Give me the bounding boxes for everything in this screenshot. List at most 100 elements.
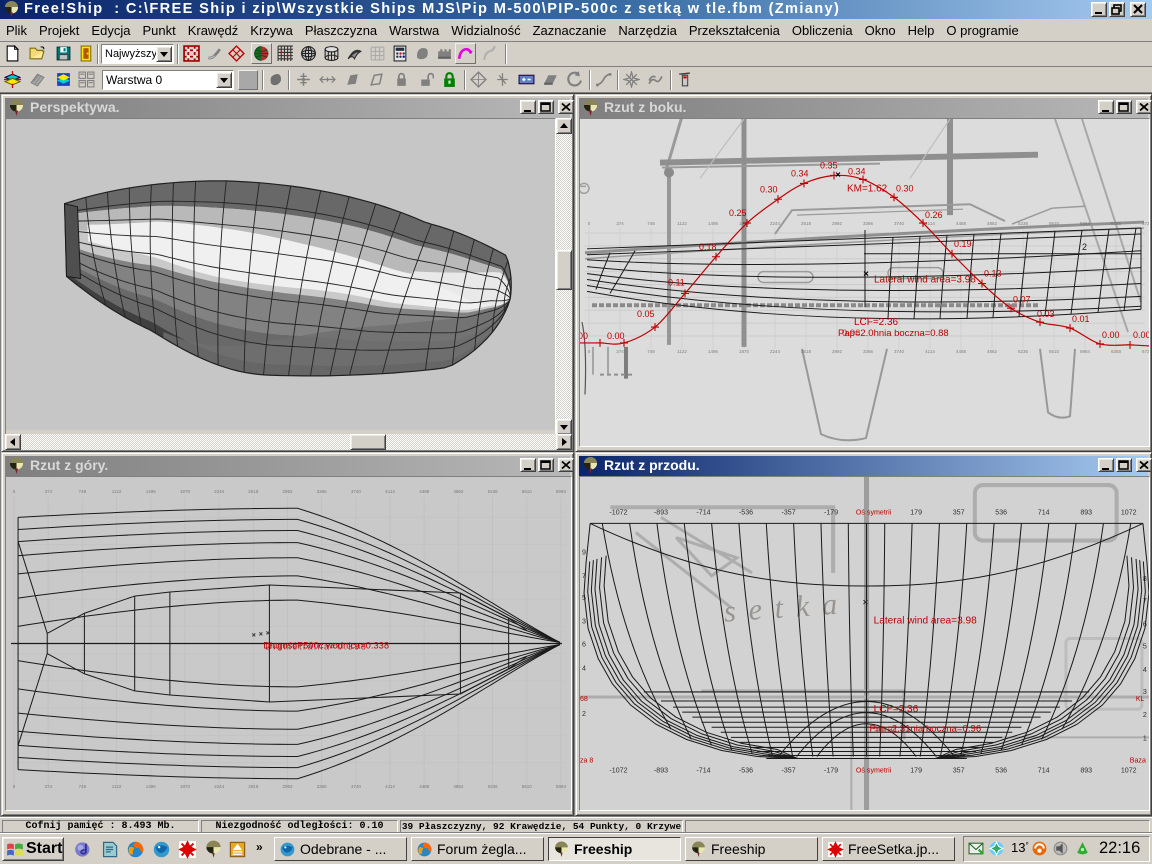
svg-text:-1072: -1072	[609, 509, 627, 516]
svg-text:5236: 5236	[488, 489, 499, 494]
svg-text:2992: 2992	[282, 489, 293, 494]
svg-text:893: 893	[1080, 768, 1092, 775]
svg-text:6732: 6732	[1142, 349, 1149, 354]
svg-text:LCF=2.36: LCF=2.36	[874, 704, 919, 715]
svg-text:0.07: 0.07	[1013, 294, 1031, 304]
svg-text:-714: -714	[696, 768, 710, 775]
svg-text:0.01: 0.01	[1072, 314, 1090, 324]
svg-text:714: 714	[1038, 768, 1050, 775]
svg-text:0.96: 0.96	[842, 328, 860, 339]
svg-text:4488: 4488	[956, 349, 967, 354]
svg-text:1870: 1870	[180, 784, 191, 789]
svg-text:893: 893	[1080, 509, 1092, 516]
svg-text:5236: 5236	[1018, 221, 1029, 226]
svg-text:4114: 4114	[385, 489, 395, 494]
svg-text:1072: 1072	[1121, 768, 1137, 775]
svg-text:LCF=2.36: LCF=2.36	[854, 317, 899, 328]
svg-text:-1072: -1072	[609, 768, 627, 775]
svg-text:3740: 3740	[351, 489, 362, 494]
svg-text:3740: 3740	[894, 349, 905, 354]
svg-text:4862: 4862	[453, 489, 464, 494]
svg-text:-893: -893	[654, 768, 668, 775]
svg-text:5: 5	[1143, 644, 1147, 651]
svg-text:748: 748	[647, 221, 655, 226]
svg-text:748: 748	[647, 349, 655, 354]
svg-text:5610: 5610	[1049, 221, 1060, 226]
svg-text:-536: -536	[739, 768, 753, 775]
svg-text:179: 179	[910, 509, 922, 516]
svg-text:0.19: 0.19	[954, 239, 972, 249]
svg-text:2: 2	[582, 711, 586, 718]
svg-text:0.30: 0.30	[896, 183, 914, 193]
svg-text:4488: 4488	[956, 221, 967, 226]
svg-text:0.34: 0.34	[791, 169, 809, 179]
svg-text:2: 2	[1143, 712, 1147, 719]
svg-text:2992: 2992	[832, 349, 843, 354]
svg-text:6358: 6358	[1111, 349, 1122, 354]
svg-text:1122: 1122	[112, 784, 122, 789]
svg-text:-179: -179	[824, 509, 838, 516]
svg-text:5236: 5236	[1018, 349, 1029, 354]
svg-text:374: 374	[44, 489, 52, 494]
svg-text:0.11: 0.11	[668, 278, 685, 288]
svg-text:4: 4	[582, 666, 586, 673]
svg-text:357: 357	[953, 768, 965, 775]
svg-text:za 8: za 8	[580, 758, 593, 765]
svg-text:5610: 5610	[522, 489, 533, 494]
svg-text:0.03: 0.03	[1037, 309, 1055, 319]
svg-text:5236: 5236	[488, 784, 499, 789]
svg-text:2618: 2618	[801, 349, 812, 354]
svg-text:4862: 4862	[987, 221, 998, 226]
svg-text:KL: KL	[1136, 696, 1145, 703]
svg-text:0: 0	[13, 489, 16, 494]
svg-text:68: 68	[580, 696, 588, 703]
svg-text:2618: 2618	[248, 489, 259, 494]
svg-text:-357: -357	[781, 509, 795, 516]
svg-text:3366: 3366	[317, 784, 328, 789]
svg-text:748: 748	[79, 489, 87, 494]
svg-text:=0.91: =0.91	[874, 724, 898, 735]
svg-text:5610: 5610	[1049, 349, 1060, 354]
svg-text:1496: 1496	[146, 784, 157, 789]
svg-text:Diametralna=0.398: Diametralna=0.398	[265, 642, 366, 652]
svg-text:6358: 6358	[1111, 221, 1122, 226]
svg-text:6732: 6732	[1142, 221, 1149, 226]
svg-text:2244: 2244	[214, 784, 225, 789]
svg-text:3366: 3366	[863, 221, 874, 226]
svg-text:0: 0	[588, 221, 591, 226]
svg-text:0: 0	[13, 784, 16, 789]
svg-text:00: 00	[580, 331, 588, 341]
svg-text:748: 748	[79, 784, 87, 789]
svg-text:2992: 2992	[282, 784, 293, 789]
svg-text:4862: 4862	[453, 784, 464, 789]
svg-text:714: 714	[1038, 509, 1050, 516]
svg-text:3: 3	[1143, 689, 1147, 696]
svg-text:3366: 3366	[863, 349, 874, 354]
svg-text:Baza: Baza	[1130, 758, 1146, 765]
svg-text:3740: 3740	[351, 784, 362, 789]
svg-text:374: 374	[44, 784, 52, 789]
svg-text:Oś symetrii: Oś symetrii	[856, 768, 892, 775]
svg-text:0.00: 0.00	[1133, 330, 1149, 340]
svg-text:setka: setka	[723, 587, 838, 629]
svg-text:4488: 4488	[419, 784, 430, 789]
svg-text:0.34: 0.34	[848, 167, 866, 177]
svg-text:0.13: 0.13	[984, 269, 1002, 279]
svg-text:1: 1	[1143, 735, 1147, 742]
svg-text:4114: 4114	[925, 349, 935, 354]
svg-text:2618: 2618	[801, 221, 812, 226]
svg-text:KM=1.62: KM=1.62	[847, 183, 888, 194]
svg-text:5984: 5984	[556, 489, 567, 494]
svg-text:1122: 1122	[112, 489, 122, 494]
svg-text:0.26: 0.26	[925, 210, 943, 220]
svg-text:0.00: 0.00	[1102, 330, 1120, 340]
svg-text:Oś symetrii: Oś symetrii	[856, 509, 892, 516]
svg-text:179: 179	[910, 768, 922, 775]
svg-text:4488: 4488	[419, 489, 430, 494]
svg-text:-893: -893	[654, 509, 668, 516]
svg-text:2244: 2244	[770, 349, 781, 354]
svg-text:5984: 5984	[1080, 221, 1091, 226]
svg-text:2992: 2992	[832, 221, 843, 226]
svg-text:4862: 4862	[987, 349, 998, 354]
svg-text:4: 4	[1143, 667, 1147, 674]
